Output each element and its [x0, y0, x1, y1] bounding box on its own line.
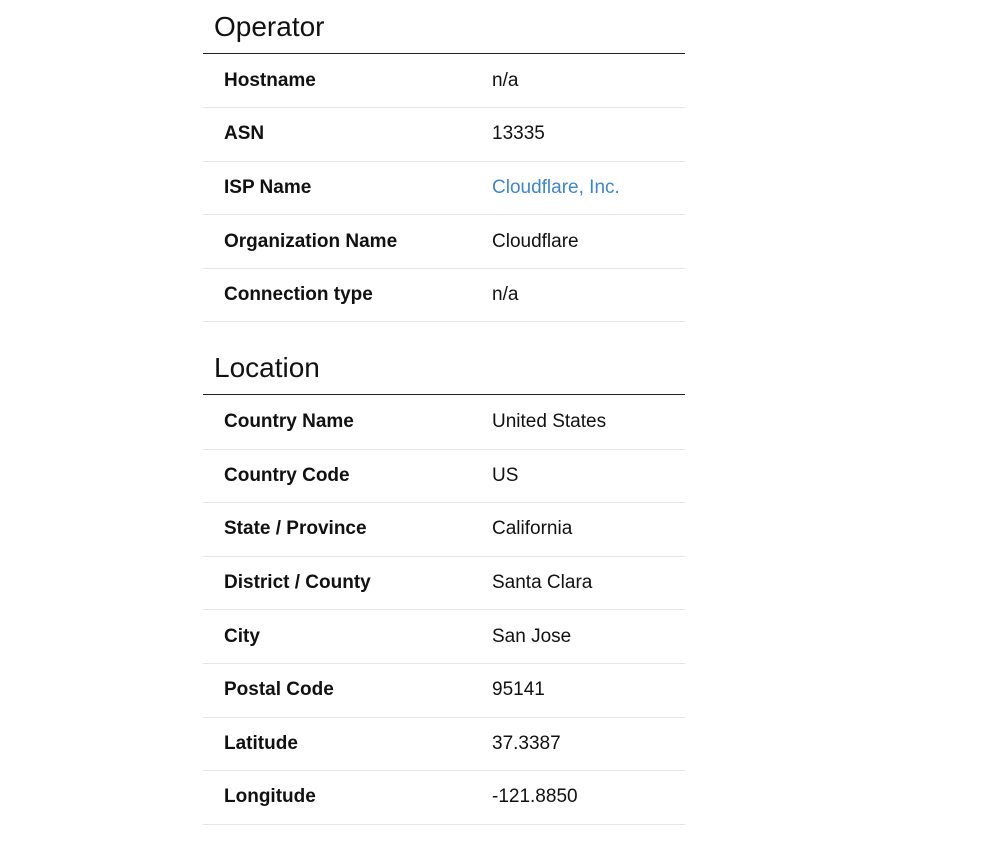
table-row-connection-type: Connection type n/a — [203, 268, 685, 323]
location-table: Country Name United States Country Code … — [203, 395, 685, 825]
asn-value: 13335 — [492, 107, 685, 162]
hostname-label: Hostname — [203, 54, 492, 109]
connection-type-value: n/a — [492, 268, 685, 323]
table-row-isp-name: ISP Name Cloudflare, Inc. — [203, 161, 685, 216]
connection-type-label: Connection type — [203, 268, 492, 323]
latitude-value: 37.3387 — [492, 717, 685, 772]
operator-table: Hostname n/a ASN 13335 ISP Name Cloudfla… — [203, 54, 685, 323]
operator-section-title: Operator — [203, 0, 685, 54]
table-row-country-code: Country Code US — [203, 449, 685, 504]
postal-code-value: 95141 — [492, 663, 685, 718]
country-name-value: United States — [492, 395, 685, 450]
longitude-value: -121.8850 — [492, 770, 685, 825]
isp-name-label: ISP Name — [203, 161, 492, 216]
table-row-organization-name: Organization Name Cloudflare — [203, 214, 685, 269]
city-label: City — [203, 609, 492, 664]
table-row-district-county: District / County Santa Clara — [203, 556, 685, 611]
isp-name-cell: Cloudflare, Inc. — [492, 161, 685, 216]
table-row-latitude: Latitude 37.3387 — [203, 717, 685, 772]
country-code-value: US — [492, 449, 685, 504]
hostname-value: n/a — [492, 54, 685, 109]
ip-details-panel: Operator Hostname n/a ASN 13335 ISP Name… — [203, 0, 685, 825]
country-code-label: Country Code — [203, 449, 492, 504]
organization-name-value: Cloudflare — [492, 214, 685, 269]
postal-code-label: Postal Code — [203, 663, 492, 718]
table-row-hostname: Hostname n/a — [203, 54, 685, 109]
state-province-value: California — [492, 502, 685, 557]
table-row-asn: ASN 13335 — [203, 107, 685, 162]
latitude-label: Latitude — [203, 717, 492, 772]
table-row-longitude: Longitude -121.8850 — [203, 770, 685, 825]
asn-label: ASN — [203, 107, 492, 162]
table-row-state-province: State / Province California — [203, 502, 685, 557]
district-county-value: Santa Clara — [492, 556, 685, 611]
table-row-city: City San Jose — [203, 609, 685, 664]
isp-name-link[interactable]: Cloudflare, Inc. — [492, 177, 620, 198]
table-row-postal-code: Postal Code 95141 — [203, 663, 685, 718]
district-county-label: District / County — [203, 556, 492, 611]
country-name-label: Country Name — [203, 395, 492, 450]
organization-name-label: Organization Name — [203, 214, 492, 269]
city-value: San Jose — [492, 609, 685, 664]
location-section-title: Location — [203, 341, 685, 396]
longitude-label: Longitude — [203, 770, 492, 825]
state-province-label: State / Province — [203, 502, 492, 557]
table-row-country-name: Country Name United States — [203, 395, 685, 450]
